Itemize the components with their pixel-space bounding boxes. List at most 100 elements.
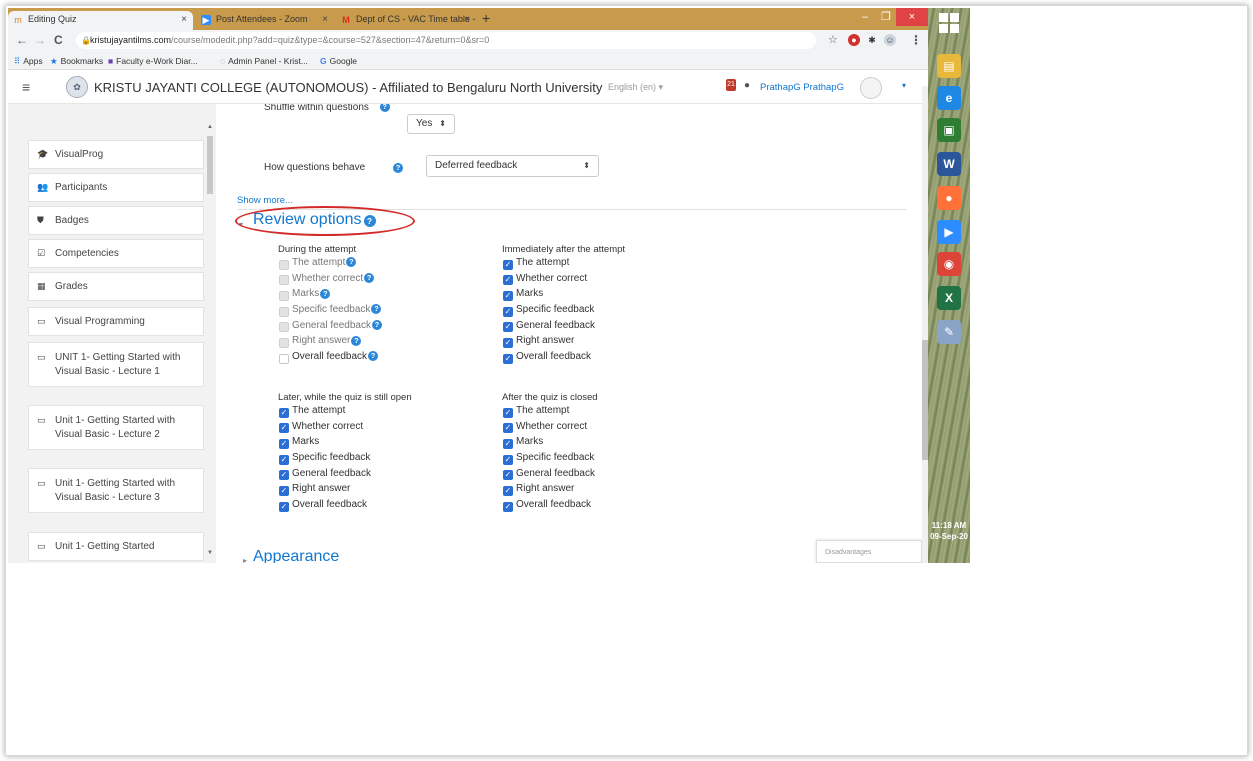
review-option[interactable]: ✓ Right answer	[278, 483, 478, 499]
checkbox[interactable]: ✓	[503, 337, 513, 348]
sidebar-item-visualprog[interactable]: 🎓 VisualProg	[28, 140, 204, 169]
shuffle-select[interactable]: Yes ⬍	[407, 114, 455, 134]
review-option[interactable]: ✓ Whether correct	[502, 421, 702, 437]
review-option[interactable]: ✓ Whether correct	[278, 421, 478, 437]
sidebar-item-unit1-lecture1[interactable]: ▭ UNIT 1- Getting Started with Visual Bas…	[28, 342, 204, 387]
language-menu[interactable]: English (en) ▾	[608, 82, 663, 93]
bookmark-star-icon[interactable]: ☆	[828, 33, 838, 46]
bookmark-google[interactable]: G Google	[320, 56, 357, 66]
review-option[interactable]: ✓ Overall feedback	[502, 499, 702, 515]
checkbox[interactable]: ✓	[503, 306, 513, 317]
tab-close-icon[interactable]: ×	[181, 14, 187, 25]
review-option[interactable]: ✓ Specific feedback	[278, 452, 478, 468]
sidebar-item-visual-programming[interactable]: ▭ Visual Programming	[28, 307, 204, 336]
checkbox[interactable]: ✓	[279, 438, 289, 449]
checkbox[interactable]: ✓	[279, 423, 289, 434]
sidebar-item-competencies[interactable]: ☑ Competencies	[28, 239, 204, 268]
checkbox[interactable]: ✓	[503, 501, 513, 512]
tab-close-icon[interactable]: ×	[464, 14, 470, 25]
review-option[interactable]: ✓ Marks	[278, 436, 478, 452]
new-tab-button[interactable]: +	[482, 10, 490, 26]
checkbox[interactable]: ✓	[503, 438, 513, 449]
help-icon[interactable]: ?	[393, 163, 403, 173]
zoom-app-icon[interactable]: ▶	[937, 220, 961, 244]
messages-icon[interactable]: ●	[744, 80, 750, 91]
sidebar-item-grades[interactable]: ▦ Grades	[28, 272, 204, 301]
review-option[interactable]: Overall feedback?	[278, 351, 478, 367]
section-collapse-caret-icon[interactable]: ▸	[243, 556, 247, 563]
forward-button[interactable]: →	[34, 33, 46, 47]
review-option[interactable]: ✓ Overall feedback	[278, 499, 478, 515]
review-option[interactable]: ✓ Marks	[502, 436, 702, 452]
help-icon[interactable]: ?	[371, 320, 382, 331]
checkbox[interactable]: ✓	[503, 454, 513, 465]
tab-editing-quiz[interactable]: m Editing Quiz ×	[8, 11, 193, 30]
drawer-scroll-thumb[interactable]	[207, 136, 213, 194]
checkbox[interactable]: ✓	[279, 407, 289, 418]
checkbox[interactable]: ✓	[279, 470, 289, 481]
show-more-link[interactable]: Show more...	[237, 195, 293, 206]
tab-zoom[interactable]: ▶ Post Attendees - Zoom ×	[196, 11, 334, 30]
reload-button[interactable]: C	[54, 33, 63, 47]
tab-close-icon[interactable]: ×	[322, 14, 328, 25]
notification-bell-icon[interactable]: 21	[726, 79, 736, 91]
checkbox[interactable]: ✓	[503, 485, 513, 496]
minimize-button[interactable]: –	[854, 8, 876, 26]
review-option[interactable]: ✓ The attempt	[278, 405, 478, 421]
help-icon[interactable]: ?	[346, 257, 357, 268]
menu-toggle-icon[interactable]: ≡	[22, 79, 30, 95]
checkbox[interactable]: ✓	[279, 454, 289, 465]
checkbox[interactable]: ✓	[503, 290, 513, 301]
adblock-extension-icon[interactable]: ●	[848, 34, 860, 46]
checkbox[interactable]: ✓	[503, 470, 513, 481]
site-name[interactable]: KRISTU JAYANTI COLLEGE (AUTONOMOUS) - Af…	[94, 80, 602, 95]
bookmark-faculty[interactable]: ■ Faculty e-Work Diar...	[108, 56, 198, 66]
checkbox[interactable]: ✓	[503, 275, 513, 286]
help-icon[interactable]: ?	[371, 304, 382, 315]
review-option[interactable]: ✓ General feedback	[502, 468, 702, 484]
checkbox[interactable]: ✓	[503, 322, 513, 333]
maximize-button[interactable]: ❐	[876, 8, 896, 26]
help-icon[interactable]: ?	[368, 351, 379, 362]
file-explorer-icon[interactable]: ▤	[937, 54, 961, 78]
drawer-scrollbar[interactable]: ▲ ▼	[206, 124, 214, 559]
user-name[interactable]: PrathapG PrathapG	[760, 82, 844, 93]
checkbox[interactable]: ✓	[279, 485, 289, 496]
sidebar-item-unit1-lecture4[interactable]: ▭ Unit 1- Getting Started	[28, 532, 204, 561]
back-button[interactable]: ←	[16, 33, 28, 47]
tab-gmail[interactable]: M Dept of CS - VAC Time table - ... ×	[336, 11, 476, 30]
review-option[interactable]: ✓ Whether correct	[502, 273, 702, 289]
taskbar-clock[interactable]: 11:18 AM 09-Sep-20	[930, 520, 968, 542]
review-option[interactable]: ✓ The attempt	[502, 405, 702, 421]
bookmark-admin[interactable]: ◌ Admin Panel - Krist...	[220, 56, 308, 66]
sidebar-item-participants[interactable]: 👥 Participants	[28, 173, 204, 202]
chrome-icon[interactable]: ◉	[937, 252, 961, 276]
firefox-icon[interactable]: ●	[937, 186, 961, 210]
excel-icon[interactable]: X	[937, 286, 961, 310]
review-option[interactable]: ✓ Right answer	[502, 335, 702, 351]
review-option[interactable]: ✓ The attempt	[502, 257, 702, 273]
profile-icon[interactable]: ☺	[884, 34, 896, 46]
ms-store-icon[interactable]: ▣	[937, 118, 961, 142]
sidebar-item-unit1-lecture3[interactable]: ▭ Unit 1- Getting Started with Visual Bas…	[28, 468, 204, 513]
review-option[interactable]: ✓ Marks	[502, 288, 702, 304]
review-option[interactable]: ✓ General feedback	[502, 320, 702, 336]
college-logo[interactable]: ✿	[66, 76, 88, 98]
word-icon[interactable]: W	[937, 152, 961, 176]
checkbox[interactable]	[279, 353, 289, 364]
scroll-down-arrow-icon[interactable]: ▼	[207, 550, 213, 556]
checkbox[interactable]: ✓	[503, 423, 513, 434]
review-option[interactable]: ✓ Specific feedback	[502, 304, 702, 320]
review-option[interactable]: ✓ Overall feedback	[502, 351, 702, 367]
window-close-button[interactable]: ×	[896, 8, 928, 26]
appearance-heading[interactable]: Appearance	[253, 548, 339, 563]
chrome-menu-icon[interactable]: ⋮	[910, 33, 922, 47]
review-option[interactable]: ✓ Specific feedback	[502, 452, 702, 468]
review-option[interactable]: ✓ General feedback	[278, 468, 478, 484]
checkbox[interactable]: ✓	[503, 407, 513, 418]
help-icon[interactable]: ?	[320, 288, 331, 299]
behave-select[interactable]: Deferred feedback ⬍	[426, 155, 599, 177]
scroll-up-arrow-icon[interactable]: ▲	[207, 124, 213, 130]
review-option[interactable]: ✓ Right answer	[502, 483, 702, 499]
bookmark-apps[interactable]: ⠿ Apps	[14, 56, 43, 67]
